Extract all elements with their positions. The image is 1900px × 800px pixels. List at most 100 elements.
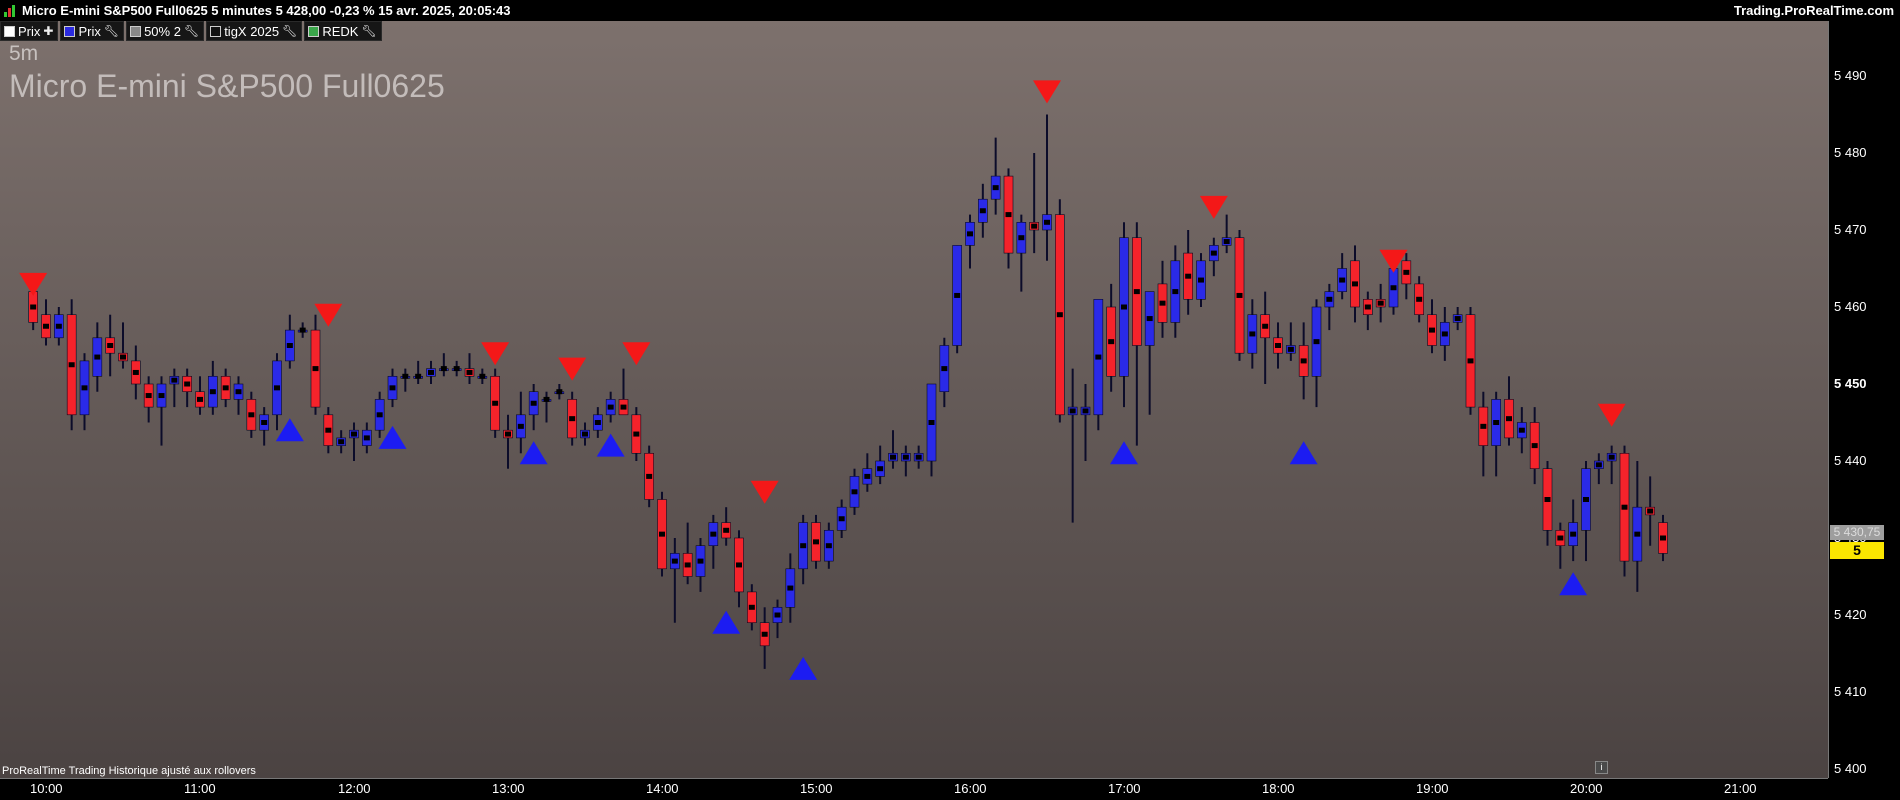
legend-label: Prix [18, 23, 41, 39]
candle-midpoint-marker [1531, 443, 1538, 449]
candle-midpoint-marker [1518, 427, 1525, 433]
legend-label: Prix [78, 23, 101, 39]
candle-midpoint-marker [1056, 312, 1063, 318]
time-axis[interactable] [0, 778, 1828, 800]
wrench-icon[interactable]: 🔧︎ [184, 24, 199, 38]
candle-midpoint-marker [774, 612, 781, 618]
candle-midpoint-marker [594, 420, 601, 425]
candle-midpoint-marker [1429, 327, 1435, 333]
candle-midpoint-marker [1326, 296, 1333, 302]
candle-midpoint-marker [1506, 416, 1512, 422]
window-title: Micro E-mini S&P500 Full0625 5 minutes 5… [22, 3, 511, 18]
candle-midpoint-marker [1121, 304, 1127, 310]
candle-midpoint-marker [671, 558, 678, 564]
legend-swatch [130, 25, 142, 37]
plus-icon[interactable]: ✚ [43, 24, 53, 38]
candle-midpoint-marker [1441, 331, 1448, 337]
candle-midpoint-marker [158, 393, 165, 399]
candle-midpoint-marker [1018, 235, 1025, 241]
candle-midpoint-marker [1236, 292, 1243, 298]
candle-midpoint-marker [43, 323, 49, 329]
legend-label: tigX 2025 [224, 23, 280, 39]
info-icon[interactable]: i [1595, 761, 1608, 774]
candle-midpoint-marker [1249, 331, 1256, 337]
candle-midpoint-marker [428, 369, 434, 375]
candle-midpoint-marker [1403, 269, 1410, 275]
price-tick-label: 5 400 [1834, 761, 1867, 776]
candle-midpoint-marker [761, 631, 768, 637]
price-tick-label: 5 470 [1834, 222, 1867, 237]
candle-midpoint-marker [171, 377, 178, 383]
time-tick-label: 18:00 [1262, 781, 1295, 796]
candle-midpoint-marker [646, 473, 653, 479]
legend-item-tigx[interactable]: tigX 2025 🔧︎ [206, 21, 303, 41]
candle-midpoint-marker [1172, 289, 1179, 295]
candle-midpoint-marker [1390, 285, 1397, 291]
candle-midpoint-marker [748, 604, 755, 610]
candle-midpoint-marker [1069, 408, 1076, 414]
price-axis[interactable] [1828, 21, 1900, 778]
candle-midpoint-marker [915, 454, 922, 460]
candle-midpoint-marker [582, 431, 588, 437]
candle-midpoint-marker [1095, 354, 1102, 360]
candle-midpoint-marker [710, 531, 717, 537]
candle-midpoint-marker [338, 439, 345, 445]
candle-midpoint-marker [30, 304, 37, 310]
price-tick-label: 5 460 [1834, 299, 1867, 314]
candle-midpoint-marker [1660, 535, 1666, 541]
candle-midpoint-marker [517, 423, 524, 429]
candle-midpoint-marker [530, 400, 537, 406]
wrench-icon[interactable]: 🔧︎ [104, 24, 119, 38]
candle-midpoint-marker [453, 366, 460, 372]
brand-label: Trading.ProRealTime.com [1733, 3, 1894, 18]
instrument-watermark: Micro E-mini S&P500 Full0625 [9, 68, 445, 104]
candle-midpoint-marker [1544, 497, 1551, 502]
candle-midpoint-marker [389, 385, 396, 391]
candle-midpoint-marker [299, 327, 306, 333]
legend-item-prix-2[interactable]: Prix 🔧︎ [60, 21, 125, 41]
candle-midpoint-marker [787, 585, 794, 591]
price-tick-label: 5 410 [1834, 684, 1867, 699]
price-tick-label: 5 490 [1834, 68, 1867, 83]
candle-midpoint-marker [1480, 423, 1487, 429]
candle-midpoint-marker [659, 531, 665, 537]
candle-midpoint-marker [1416, 296, 1423, 302]
legend-item-redk[interactable]: REDK 🔧︎ [304, 21, 382, 41]
candle-midpoint-marker [1262, 323, 1269, 329]
candle-midpoint-marker [864, 473, 871, 479]
candle-midpoint-marker [556, 389, 563, 395]
legend-item-prix-1[interactable]: Prix ✚ [0, 21, 59, 41]
time-tick-label: 19:00 [1416, 781, 1449, 796]
legend-item-fifty-percent[interactable]: 50% 2 🔧︎ [126, 21, 205, 41]
candle-midpoint-marker [466, 369, 473, 375]
candle-midpoint-marker [877, 466, 884, 472]
candle-midpoint-marker [928, 420, 935, 425]
candle-midpoint-marker [235, 389, 242, 395]
candle-midpoint-marker [1570, 531, 1577, 537]
time-tick-label: 21:00 [1724, 781, 1757, 796]
app-logo-icon [4, 5, 17, 17]
previous-price-label: 5 430,75 [1830, 525, 1884, 540]
candle-midpoint-marker [222, 385, 229, 391]
wrench-icon[interactable]: 🔧︎ [282, 24, 297, 38]
wrench-icon[interactable]: 🔧︎ [361, 24, 376, 38]
candle-midpoint-marker [68, 362, 75, 368]
candle-midpoint-marker [1339, 277, 1346, 283]
candle-midpoint-marker [1313, 339, 1320, 345]
candle-midpoint-marker [1493, 420, 1500, 425]
candle-midpoint-marker [248, 412, 255, 418]
candle-midpoint-marker [1377, 300, 1384, 306]
candle-midpoint-marker [1082, 408, 1089, 414]
candle-midpoint-marker [1467, 358, 1474, 364]
candle-midpoint-marker [132, 369, 139, 375]
price-chart[interactable] [0, 21, 1828, 778]
candle-midpoint-marker [55, 323, 62, 329]
candle-midpoint-marker [569, 416, 576, 422]
candle-midpoint-marker [902, 454, 909, 460]
time-tick-label: 15:00 [800, 781, 833, 796]
indicator-legend: Prix ✚ Prix 🔧︎ 50% 2 🔧︎ tigX 2025 🔧︎ RED… [0, 21, 382, 41]
time-tick-label: 17:00 [1108, 781, 1141, 796]
candle-midpoint-marker [979, 208, 986, 214]
candle-midpoint-marker [1583, 497, 1589, 502]
price-tick-label: 5 450 [1834, 376, 1867, 391]
